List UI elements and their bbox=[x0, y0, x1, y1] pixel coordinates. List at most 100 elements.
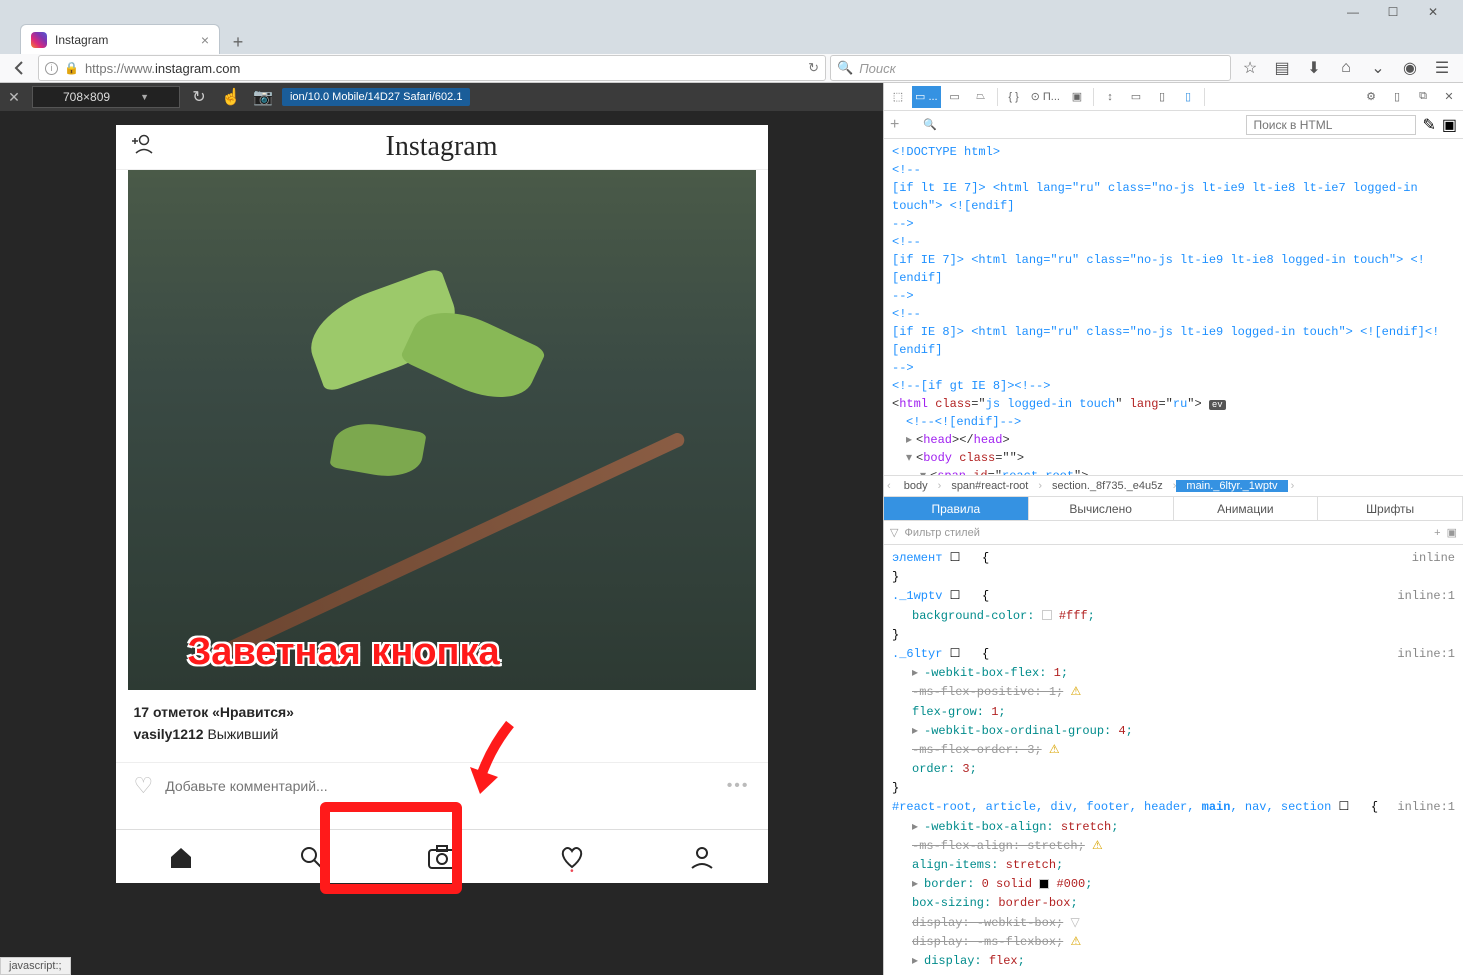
popout-icon[interactable]: ⧉ bbox=[1411, 86, 1435, 108]
containers-icon[interactable]: ◉ bbox=[1395, 54, 1425, 82]
debugger-tab-icon[interactable]: ⏢ bbox=[969, 86, 993, 108]
html-search-input[interactable] bbox=[1246, 115, 1416, 135]
user-agent-field[interactable]: ion/10.0 Mobile/14D27 Safari/602.1 bbox=[282, 88, 470, 106]
rules-tab[interactable]: Правила bbox=[884, 497, 1029, 520]
new-tab-button[interactable]: + bbox=[224, 30, 252, 54]
crumb-right-chevron[interactable]: › bbox=[1288, 480, 1298, 492]
storage-icon[interactable]: ▭ bbox=[1124, 86, 1148, 108]
comment-input[interactable] bbox=[165, 778, 714, 794]
caption-text: Выживший bbox=[207, 726, 278, 742]
toolbar-buttons: ☆ ▤ ⬇ ⌂ ⌄ ◉ ☰ bbox=[1235, 54, 1457, 82]
breadcrumb-item[interactable]: main._6ltyr._1wptv bbox=[1176, 480, 1287, 492]
filter-icon: ▽ bbox=[890, 526, 898, 539]
leaf-graphic bbox=[329, 418, 426, 483]
breadcrumb-item[interactable]: body bbox=[894, 480, 938, 492]
heart-icon[interactable]: ♡ bbox=[134, 773, 154, 799]
downloads-icon[interactable]: ⬇ bbox=[1299, 54, 1329, 82]
url-text: https://www.instagram.com bbox=[85, 61, 240, 76]
bookmark-star-icon[interactable]: ☆ bbox=[1235, 54, 1265, 82]
address-bar: i 🔒 https://www.instagram.com ↻ 🔍 Поиск … bbox=[0, 54, 1463, 83]
add-rule-button[interactable]: + bbox=[1434, 527, 1440, 539]
rdm-toggle-icon[interactable]: ▯ bbox=[1176, 86, 1200, 108]
info-icon: i bbox=[45, 62, 58, 75]
css-rules-panel[interactable]: элемент ☐ { inline } ._1wptv ☐ { inline:… bbox=[884, 545, 1463, 975]
search-icon: 🔍 bbox=[923, 118, 937, 131]
window-close-button[interactable]: ✕ bbox=[1413, 0, 1453, 24]
search-field[interactable]: 🔍 Поиск bbox=[830, 55, 1231, 81]
instagram-mobile-page: Instagram Заветная кнопка 17 отметок «Нр… bbox=[116, 125, 768, 883]
nav-search-icon[interactable] bbox=[246, 830, 376, 883]
memory-icon[interactable]: ▣ bbox=[1065, 86, 1089, 108]
pocket-icon[interactable]: ⌄ bbox=[1363, 54, 1393, 82]
separator bbox=[1204, 88, 1205, 106]
comment-row: ♡ ••• bbox=[116, 762, 768, 809]
menu-icon[interactable]: ☰ bbox=[1427, 54, 1457, 82]
likes-count[interactable]: 17 отметок «Нравится» bbox=[134, 704, 750, 720]
rdm-dimensions[interactable]: 708×809 ▼ bbox=[32, 86, 180, 108]
branch-graphic bbox=[209, 431, 686, 663]
browser-window: — ☐ ✕ Instagram × + i 🔒 https://www.inst… bbox=[0, 0, 1463, 970]
back-button[interactable] bbox=[6, 54, 34, 82]
edit-html-icon[interactable]: ✎ bbox=[1422, 115, 1435, 135]
devtools-search-row: + 🔍 ✎ ▣ bbox=[884, 111, 1463, 139]
instagram-favicon bbox=[31, 32, 47, 48]
crumb-left-chevron[interactable]: ‹ bbox=[884, 480, 894, 492]
nav-activity-icon[interactable]: • bbox=[507, 830, 637, 883]
window-minimize-button[interactable]: — bbox=[1333, 0, 1373, 24]
content-area: ✕ 708×809 ▼ ↻ ☝ 📷 ion/10.0 Mobile/14D27 … bbox=[0, 83, 1463, 975]
nav-profile-icon[interactable] bbox=[637, 830, 767, 883]
rdm-close-button[interactable]: ✕ bbox=[2, 86, 26, 108]
dock-icon[interactable]: ▯ bbox=[1385, 86, 1409, 108]
touch-button[interactable]: ☝ bbox=[218, 86, 244, 108]
dimensions-text: 708×809 bbox=[63, 90, 110, 104]
browser-tab[interactable]: Instagram × bbox=[20, 24, 220, 54]
home-icon[interactable]: ⌂ bbox=[1331, 54, 1361, 82]
tab-close-button[interactable]: × bbox=[201, 32, 209, 48]
url-field[interactable]: i 🔒 https://www.instagram.com ↻ bbox=[38, 55, 826, 81]
inspector-pick-icon[interactable]: ⬚ bbox=[886, 86, 910, 108]
close-devtools-button[interactable]: ✕ bbox=[1437, 86, 1461, 108]
rotate-button[interactable]: ↻ bbox=[186, 86, 212, 108]
fonts-tab[interactable]: Шрифты bbox=[1318, 497, 1463, 520]
chevron-down-icon: ▼ bbox=[140, 92, 149, 102]
console-tab-icon[interactable]: ▭ bbox=[943, 86, 967, 108]
lock-icon: 🔒 bbox=[64, 61, 79, 75]
library-icon[interactable]: ▤ bbox=[1267, 54, 1297, 82]
add-node-button[interactable]: + bbox=[890, 116, 899, 134]
computed-tab[interactable]: Вычислено bbox=[1029, 497, 1174, 520]
breadcrumb-item[interactable]: section._8f735._e4u5z bbox=[1042, 480, 1173, 492]
search-icon: 🔍 bbox=[837, 60, 853, 76]
separator bbox=[997, 88, 998, 106]
reload-button[interactable]: ↻ bbox=[808, 60, 819, 76]
instagram-logo: Instagram bbox=[386, 131, 498, 163]
screenshot-button[interactable]: 📷 bbox=[250, 86, 276, 108]
annotation-text: Заветная кнопка bbox=[188, 631, 500, 674]
add-user-icon[interactable] bbox=[130, 133, 156, 161]
styles-filter-row: ▽ Фильтр стилей + ▣ bbox=[884, 521, 1463, 545]
toggle-pseudo-button[interactable]: ▣ bbox=[1447, 526, 1457, 539]
html-tree[interactable]: <!DOCTYPE html> <!-- [if lt IE 7]> <html… bbox=[884, 139, 1463, 475]
eyedropper-icon[interactable]: ▣ bbox=[1442, 115, 1457, 135]
post-caption: vasily1212 Выживший bbox=[134, 726, 750, 742]
notification-dot: • bbox=[570, 866, 574, 877]
nav-camera-icon[interactable] bbox=[376, 830, 506, 883]
devtools-panel: ⬚ ▭ ... ▭ ⏢ { } ⊙ П... ▣ ↕ ▭ ▯ ▯ ⚙ ▯ ⧉ ✕ bbox=[883, 83, 1463, 975]
accessibility-icon[interactable]: ▯ bbox=[1150, 86, 1174, 108]
more-icon[interactable]: ••• bbox=[727, 777, 750, 795]
responsive-design-pane: ✕ 708×809 ▼ ↻ ☝ 📷 ion/10.0 Mobile/14D27 … bbox=[0, 83, 883, 975]
nav-home-icon[interactable] bbox=[116, 830, 246, 883]
post-image[interactable]: Заветная кнопка bbox=[128, 170, 756, 690]
bottom-nav: • bbox=[116, 829, 768, 883]
username[interactable]: vasily1212 bbox=[134, 726, 204, 742]
filter-placeholder[interactable]: Фильтр стилей bbox=[904, 527, 979, 539]
breadcrumb-item[interactable]: span#react-root bbox=[941, 480, 1038, 492]
window-maximize-button[interactable]: ☐ bbox=[1373, 0, 1413, 24]
performance-icon[interactable]: ⊙ П... bbox=[1028, 86, 1063, 108]
search-placeholder: Поиск bbox=[859, 61, 896, 76]
inspector-tab[interactable]: ▭ ... bbox=[912, 86, 941, 108]
ig-header: Instagram bbox=[116, 125, 768, 170]
network-icon[interactable]: ↕ bbox=[1098, 86, 1122, 108]
animations-tab[interactable]: Анимации bbox=[1174, 497, 1319, 520]
settings-icon[interactable]: ⚙ bbox=[1359, 86, 1383, 108]
style-editor-icon[interactable]: { } bbox=[1002, 86, 1026, 108]
